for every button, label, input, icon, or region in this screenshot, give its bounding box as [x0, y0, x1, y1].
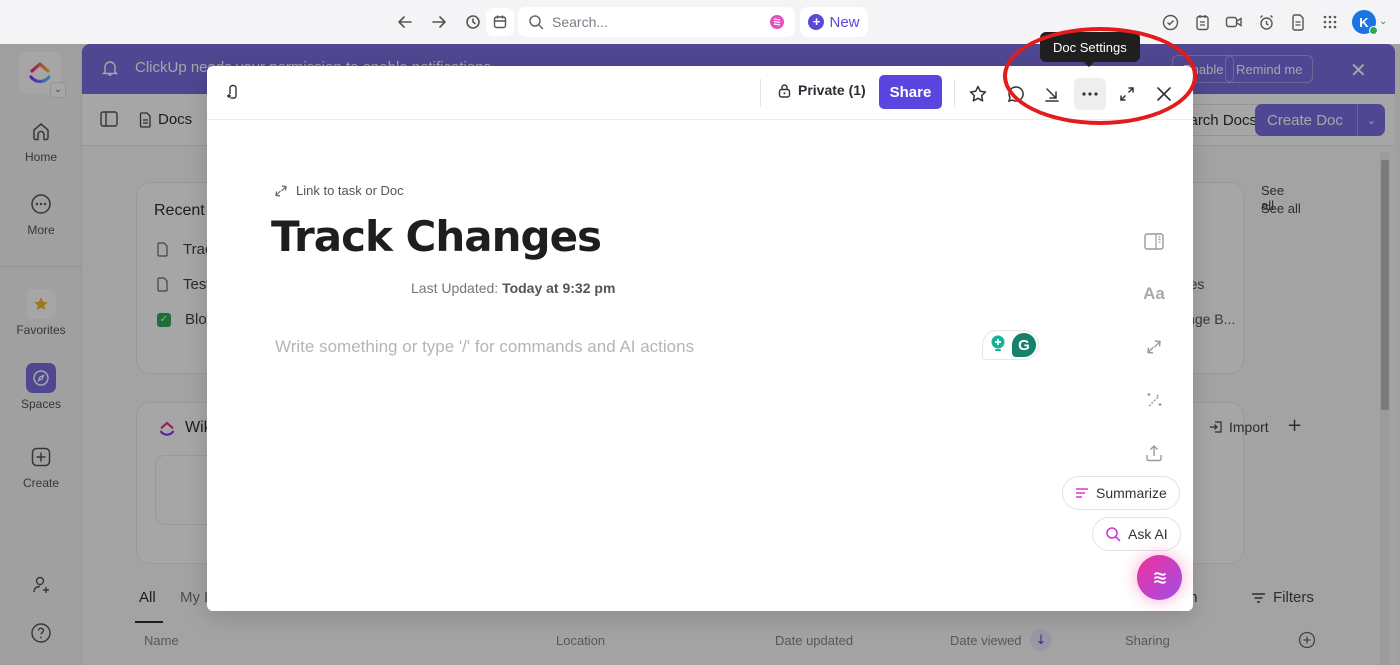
lock-icon — [778, 83, 791, 98]
star-icon[interactable] — [962, 78, 994, 110]
lightbulb-icon[interactable] — [988, 335, 1008, 355]
top-bar: Search... + New K ⌄ — [0, 0, 1400, 44]
last-updated-label: Last Updated: — [411, 280, 499, 296]
document-icon[interactable] — [1288, 12, 1308, 32]
summarize-button[interactable]: Summarize — [1062, 476, 1180, 510]
summarize-label: Summarize — [1096, 485, 1167, 501]
share-button[interactable]: Share — [879, 75, 942, 109]
ai-brain-button[interactable] — [1137, 555, 1182, 600]
modal-header: Private (1) Share — [207, 66, 1193, 120]
apps-grid-icon[interactable] — [1320, 12, 1340, 32]
summarize-icon — [1076, 488, 1088, 498]
avatar-initial: K — [1359, 14, 1369, 30]
nav-icons — [394, 11, 484, 33]
clickup-brain-icon — [1153, 571, 1166, 584]
privacy-label: Private (1) — [798, 82, 866, 98]
link-icon — [275, 184, 287, 197]
plus-circle-icon: + — [808, 14, 825, 30]
doc-title[interactable]: Track Changes — [271, 212, 602, 261]
forward-arrow-icon[interactable] — [428, 11, 450, 33]
link-label: Link to task or Doc — [296, 183, 404, 198]
alarm-clock-icon[interactable] — [1256, 12, 1276, 32]
doc-side-toolbar: Aa — [1143, 231, 1165, 463]
topbar-right-icons — [1160, 12, 1340, 32]
online-status-dot — [1369, 26, 1378, 35]
grammarly-icon[interactable]: G — [1012, 333, 1036, 357]
last-updated: Last Updated: Today at 9:32 pm — [411, 280, 615, 296]
close-icon[interactable] — [1148, 78, 1180, 110]
ask-ai-button[interactable]: Ask AI — [1092, 517, 1181, 551]
text-format-icon[interactable]: Aa — [1143, 284, 1165, 304]
header-divider — [760, 79, 761, 107]
clickup-brain-icon[interactable] — [769, 14, 785, 30]
chevron-down-icon[interactable]: ⌄ — [1379, 16, 1387, 27]
notepad-icon[interactable] — [1192, 12, 1212, 32]
doc-settings-tooltip: Doc Settings — [1040, 32, 1140, 67]
check-circle-icon[interactable] — [1160, 12, 1180, 32]
new-button[interactable]: + New — [800, 7, 868, 37]
calendar-icon — [493, 15, 507, 29]
new-button-label: New — [829, 13, 860, 31]
comment-icon[interactable] — [1000, 78, 1032, 110]
link-icon[interactable] — [1143, 337, 1165, 357]
expand-icon[interactable] — [1111, 78, 1143, 110]
search-ai-icon — [1106, 527, 1121, 542]
privacy-button[interactable]: Private (1) — [778, 82, 866, 98]
more-options-icon[interactable] — [1074, 78, 1106, 110]
search-icon — [529, 15, 544, 30]
layout-panel-icon[interactable] — [1143, 231, 1165, 251]
header-divider — [954, 79, 955, 107]
history-icon[interactable] — [462, 11, 484, 33]
calendar-button[interactable] — [486, 8, 514, 36]
editor-placeholder[interactable]: Write something or type '/' for commands… — [275, 337, 694, 357]
back-arrow-icon[interactable] — [394, 11, 416, 33]
grammarly-widget[interactable]: G — [982, 330, 1039, 360]
last-updated-value: Today at 9:32 pm — [502, 280, 616, 296]
doc-modal: Private (1) Share Link to task or Doc Tr… — [207, 66, 1193, 611]
search-input[interactable]: Search... — [518, 7, 795, 37]
download-icon[interactable] — [1036, 78, 1068, 110]
video-icon[interactable] — [1224, 12, 1244, 32]
user-avatar[interactable]: K — [1352, 10, 1378, 35]
restore-icon[interactable] — [225, 84, 241, 100]
search-placeholder: Search... — [552, 14, 609, 30]
export-icon[interactable] — [1143, 443, 1165, 463]
link-to-task-button[interactable]: Link to task or Doc — [274, 183, 404, 198]
magic-wand-icon[interactable] — [1143, 390, 1165, 410]
ask-ai-label: Ask AI — [1128, 526, 1168, 542]
